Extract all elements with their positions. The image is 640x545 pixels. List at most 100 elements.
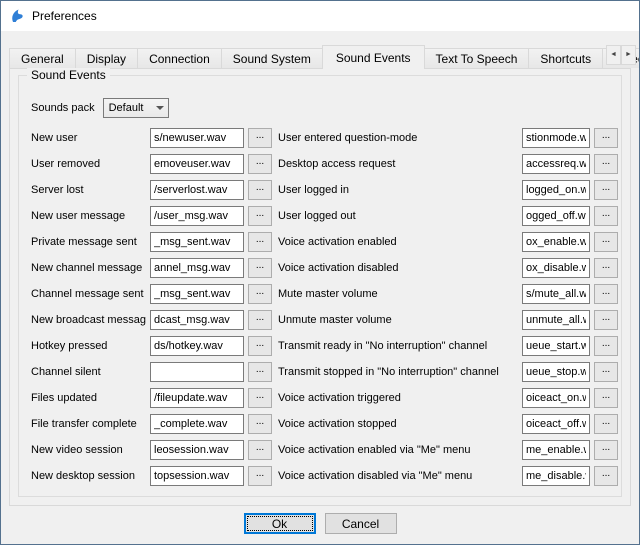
- tab-pane: Sound Events Sounds pack Default New use…: [9, 68, 631, 506]
- sounds-pack-row: Sounds pack Default: [31, 98, 611, 118]
- event-file-input[interactable]: [150, 414, 244, 434]
- right-events-column: User entered question-mode... Desktop acc…: [278, 128, 618, 486]
- browse-button[interactable]: ...: [248, 128, 272, 148]
- event-file-input[interactable]: [150, 284, 244, 304]
- event-file-input[interactable]: [522, 310, 590, 330]
- tab-display[interactable]: Display: [75, 48, 138, 68]
- event-file-input[interactable]: [522, 206, 590, 226]
- event-columns: New user... User removed... Server lost...…: [31, 128, 611, 486]
- event-file-input[interactable]: [150, 440, 244, 460]
- event-file-input[interactable]: [150, 258, 244, 278]
- event-file-input[interactable]: [150, 336, 244, 356]
- event-file-input[interactable]: [522, 258, 590, 278]
- event-file-input[interactable]: [522, 440, 590, 460]
- tab-sound-events[interactable]: Sound Events: [322, 45, 425, 69]
- tab-scroll-left-button[interactable]: ◄: [606, 45, 621, 65]
- window-title: Preferences: [32, 9, 97, 23]
- browse-button[interactable]: ...: [248, 206, 272, 226]
- browse-button[interactable]: ...: [248, 284, 272, 304]
- sound-events-group: Sound Events Sounds pack Default New use…: [18, 75, 622, 497]
- left-events-column: New user... User removed... Server lost...…: [31, 128, 272, 486]
- event-label: Voice activation disabled: [278, 262, 518, 274]
- event-file-input[interactable]: [522, 154, 590, 174]
- tab-scroll-buttons: ◄ ►: [606, 45, 636, 65]
- event-label: Voice activation enabled via "Me" menu: [278, 444, 518, 456]
- browse-button[interactable]: ...: [248, 310, 272, 330]
- event-label: Channel message sent: [31, 288, 146, 300]
- event-label: User removed: [31, 158, 146, 170]
- browse-button[interactable]: ...: [248, 414, 272, 434]
- tab-scroll-right-button[interactable]: ►: [621, 45, 636, 65]
- browse-button[interactable]: ...: [594, 388, 618, 408]
- event-label: Voice activation enabled: [278, 236, 518, 248]
- event-file-input[interactable]: [522, 414, 590, 434]
- browse-button[interactable]: ...: [248, 258, 272, 278]
- browse-button[interactable]: ...: [594, 180, 618, 200]
- event-label: Unmute master volume: [278, 314, 518, 326]
- event-file-input[interactable]: [522, 362, 590, 382]
- browse-button[interactable]: ...: [248, 232, 272, 252]
- ok-button[interactable]: Ok: [244, 513, 316, 534]
- tab-connection[interactable]: Connection: [137, 48, 222, 68]
- browse-button[interactable]: ...: [594, 232, 618, 252]
- event-file-input[interactable]: [522, 180, 590, 200]
- browse-button[interactable]: ...: [248, 440, 272, 460]
- event-file-input[interactable]: [150, 128, 244, 148]
- event-label: Desktop access request: [278, 158, 518, 170]
- event-file-input[interactable]: [522, 284, 590, 304]
- browse-button[interactable]: ...: [594, 154, 618, 174]
- browse-button[interactable]: ...: [248, 154, 272, 174]
- sounds-pack-select[interactable]: Default: [103, 98, 169, 118]
- browse-button[interactable]: ...: [248, 362, 272, 382]
- event-label: New user message: [31, 210, 146, 222]
- tab-shortcuts[interactable]: Shortcuts: [528, 48, 603, 68]
- tab-text-to-speech[interactable]: Text To Speech: [424, 48, 530, 68]
- event-file-input[interactable]: [522, 336, 590, 356]
- event-file-input[interactable]: [150, 466, 244, 486]
- event-label: Mute master volume: [278, 288, 518, 300]
- event-label: Voice activation stopped: [278, 418, 518, 430]
- event-label: User entered question-mode: [278, 132, 518, 144]
- browse-button[interactable]: ...: [248, 466, 272, 486]
- dialog-footer: Ok Cancel: [1, 513, 639, 534]
- event-file-input[interactable]: [522, 466, 590, 486]
- event-file-input[interactable]: [150, 232, 244, 252]
- browse-button[interactable]: ...: [594, 414, 618, 434]
- event-label: Server lost: [31, 184, 146, 196]
- event-label: New video session: [31, 444, 146, 456]
- event-file-input[interactable]: [522, 128, 590, 148]
- browse-button[interactable]: ...: [594, 336, 618, 356]
- event-file-input[interactable]: [150, 388, 244, 408]
- event-file-input[interactable]: [150, 310, 244, 330]
- event-file-input[interactable]: [522, 388, 590, 408]
- event-label: Files updated: [31, 392, 146, 404]
- event-label: New desktop session: [31, 470, 146, 482]
- cancel-button[interactable]: Cancel: [325, 513, 397, 534]
- event-file-input[interactable]: [522, 232, 590, 252]
- browse-button[interactable]: ...: [248, 388, 272, 408]
- browse-button[interactable]: ...: [594, 128, 618, 148]
- tab-general[interactable]: General: [9, 48, 76, 68]
- browse-button[interactable]: ...: [594, 284, 618, 304]
- event-file-input[interactable]: [150, 206, 244, 226]
- browse-button[interactable]: ...: [594, 466, 618, 486]
- event-label: File transfer complete: [31, 418, 146, 430]
- event-label: Channel silent: [31, 366, 146, 378]
- event-label: Private message sent: [31, 236, 146, 248]
- event-file-input[interactable]: [150, 180, 244, 200]
- title-bar: Preferences: [1, 1, 639, 31]
- event-label: New user: [31, 132, 146, 144]
- event-label: New broadcast message: [31, 314, 146, 326]
- chevron-down-icon: [156, 106, 164, 110]
- browse-button[interactable]: ...: [248, 180, 272, 200]
- preferences-window: Preferences GeneralDisplayConnectionSoun…: [0, 0, 640, 545]
- tab-sound-system[interactable]: Sound System: [221, 48, 323, 68]
- browse-button[interactable]: ...: [248, 336, 272, 356]
- browse-button[interactable]: ...: [594, 310, 618, 330]
- browse-button[interactable]: ...: [594, 258, 618, 278]
- event-file-input[interactable]: [150, 362, 244, 382]
- browse-button[interactable]: ...: [594, 362, 618, 382]
- browse-button[interactable]: ...: [594, 206, 618, 226]
- browse-button[interactable]: ...: [594, 440, 618, 460]
- event-file-input[interactable]: [150, 154, 244, 174]
